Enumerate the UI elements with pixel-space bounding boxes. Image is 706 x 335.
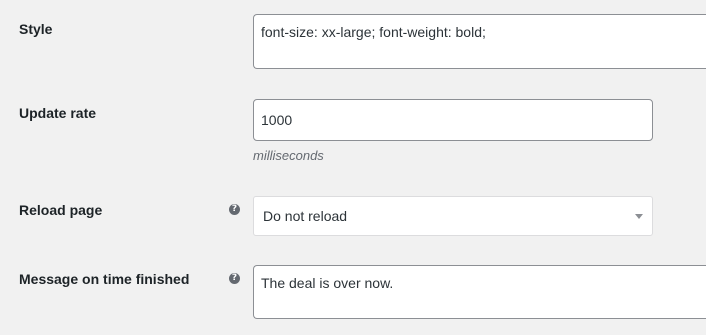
style-value: font-size: xx-large; font-weight: bold; bbox=[261, 24, 486, 40]
reload-page-label: Reload page bbox=[19, 202, 103, 218]
message-finished-value: The deal is over now. bbox=[261, 275, 394, 291]
update-rate-value: 1000 bbox=[261, 112, 293, 128]
message-finished-label: Message on time finished bbox=[19, 271, 190, 287]
update-rate-description: milliseconds bbox=[253, 148, 324, 163]
question-circle-icon[interactable]: ? bbox=[229, 204, 240, 215]
message-finished-textarea[interactable]: The deal is over now. bbox=[253, 265, 706, 319]
update-rate-input[interactable]: 1000 bbox=[253, 99, 653, 141]
reload-page-selected: Do not reload bbox=[263, 208, 348, 224]
style-textarea[interactable]: font-size: xx-large; font-weight: bold; bbox=[253, 14, 706, 69]
chevron-down-icon bbox=[635, 214, 643, 219]
question-circle-icon[interactable]: ? bbox=[229, 273, 240, 284]
reload-page-select[interactable]: Do not reload bbox=[253, 196, 653, 236]
update-rate-label: Update rate bbox=[19, 105, 97, 121]
style-label: Style bbox=[19, 21, 53, 37]
